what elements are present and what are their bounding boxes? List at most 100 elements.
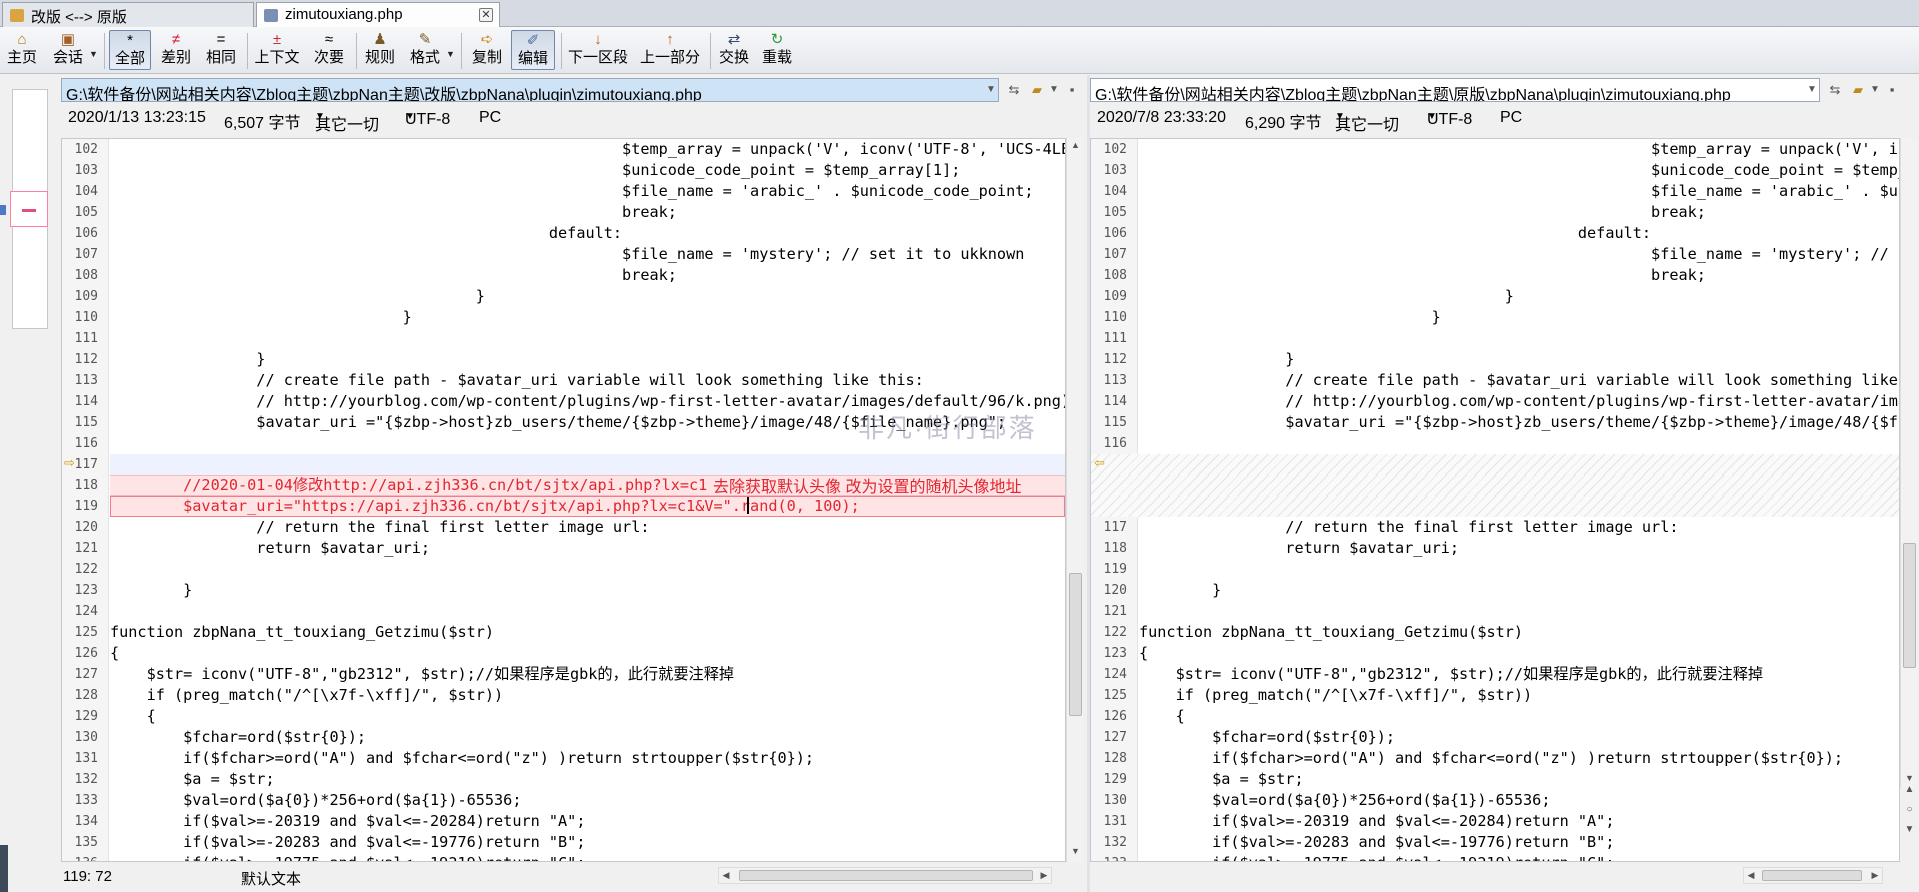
home-button[interactable]: ⌂ 主页: [4, 30, 40, 70]
code-line[interactable]: 124: [62, 601, 1065, 622]
code-line[interactable]: 112 }: [62, 349, 1065, 370]
nav-down-icon[interactable]: ▼: [1900, 824, 1919, 844]
right-vertical-scrollbar[interactable]: ▼: [1900, 138, 1917, 788]
code-line[interactable]: 119 $avatar_uri="https://api.zjh336.cn/b…: [62, 496, 1065, 517]
chevron-down-icon[interactable]: ▼: [1046, 81, 1062, 99]
code-line[interactable]: 128 if (preg_match("/^[\x7f-\xff]/", $st…: [62, 685, 1065, 706]
code-line[interactable]: 125 function zbpNana_tt_touxiang_Getzimu(…: [62, 622, 1065, 643]
code-line[interactable]: 102 $temp_array = unpack('V', iconv('UTF…: [62, 139, 1065, 160]
left-path-input[interactable]: G:\软件备份\网站相关内容\Zblog主题\zbpNan主题\改版\zbpNa…: [61, 78, 999, 102]
code-line[interactable]: 120 }: [1091, 580, 1899, 601]
code-line[interactable]: 107 $file_name = 'mystery'; // set it to: [1091, 244, 1899, 265]
chevron-down-icon[interactable]: ▼: [1804, 81, 1820, 99]
code-line[interactable]: 122 function zbpNana_tt_touxiang_Getzimu(…: [1091, 622, 1899, 643]
rules-button[interactable]: ♟ 规则: [361, 30, 399, 70]
open-folder-icon[interactable]: ▰: [1850, 81, 1866, 99]
code-line[interactable]: 107 $file_name = 'mystery'; // set it to…: [62, 244, 1065, 265]
code-line[interactable]: 124 $str= iconv("UTF-8","gb2312", $str);…: [1091, 664, 1899, 685]
nav-dot-icon[interactable]: ○: [1900, 804, 1919, 824]
code-line[interactable]: 131 if($val>=-20319 and $val<=-20284)ret…: [1091, 811, 1899, 832]
left-vertical-scrollbar[interactable]: ▲ ▼: [1066, 138, 1083, 862]
tab-file[interactable]: zimutouxiang.php ✕: [256, 2, 500, 28]
code-line[interactable]: 133 $val=ord($a{0})*256+ord($a{1})-65536…: [62, 790, 1065, 811]
format-dropdown-icon[interactable]: ▼: [446, 49, 455, 59]
swap-button[interactable]: ⇄ 交换: [716, 30, 752, 70]
scroll-thumb[interactable]: [1069, 573, 1082, 716]
code-line[interactable]: 125 if (preg_match("/^[\x7f-\xff]/", $st…: [1091, 685, 1899, 706]
diff-overview[interactable]: [0, 75, 60, 892]
code-line[interactable]: 126 {: [1091, 706, 1899, 727]
code-line[interactable]: 111: [62, 328, 1065, 349]
missing-line-placeholder[interactable]: [1091, 454, 1899, 475]
code-line[interactable]: 105 break;: [62, 202, 1065, 223]
scroll-left-icon[interactable]: ◀: [1744, 868, 1758, 883]
code-line[interactable]: 104 $file_name = 'arabic_' . $unicode_co…: [62, 181, 1065, 202]
code-line[interactable]: 121: [1091, 601, 1899, 622]
code-line[interactable]: 136 if($val>=-19775 and $val<=-19219)ret…: [62, 853, 1065, 861]
code-line[interactable]: 135 if($val>=-20283 and $val<=-19776)ret…: [62, 832, 1065, 853]
context-button[interactable]: ± 上下文: [252, 30, 302, 70]
overview-diff-marker[interactable]: [10, 191, 48, 227]
show-same-button[interactable]: = 相同: [203, 30, 239, 70]
reload-button[interactable]: ↻ 重载: [759, 30, 795, 70]
copy-button[interactable]: ➪ 复制: [467, 30, 507, 70]
code-line[interactable]: 104 $file_name = 'arabic_' . $unicode_co: [1091, 181, 1899, 202]
show-diffs-button[interactable]: ≠ 差别: [158, 30, 194, 70]
session-button[interactable]: ▣ 会话: [50, 30, 86, 70]
code-line[interactable]: 116: [1091, 433, 1899, 454]
chevron-down-icon[interactable]: ▼: [1867, 81, 1883, 99]
code-line[interactable]: 117 // return the final first letter ima…: [1091, 517, 1899, 538]
code-line[interactable]: 106 default:: [62, 223, 1065, 244]
code-line[interactable]: 133 if($val>=-19775 and $val<=-19219)ret…: [1091, 853, 1899, 861]
save-icon[interactable]: ▪: [1884, 81, 1900, 99]
code-line[interactable]: 129 {: [62, 706, 1065, 727]
close-icon[interactable]: ✕: [479, 8, 493, 22]
scroll-right-icon[interactable]: ▶: [1868, 868, 1882, 883]
left-code-editor[interactable]: 102 $temp_array = unpack('V', iconv('UTF…: [61, 138, 1066, 862]
scroll-down-icon[interactable]: ▼: [1067, 846, 1084, 856]
right-path-input[interactable]: G:\软件备份\网站相关内容\Zblog主题\zbpNan主题\原版\zbpNa…: [1090, 78, 1820, 102]
code-line[interactable]: 121 return $avatar_uri;: [62, 538, 1065, 559]
code-line[interactable]: 109 }: [62, 286, 1065, 307]
code-line[interactable]: 123 }: [62, 580, 1065, 601]
format-button[interactable]: ✎ 格式: [407, 30, 443, 70]
code-line[interactable]: 122: [62, 559, 1065, 580]
tab-session[interactable]: 改版 <--> 原版: [2, 2, 254, 27]
history-icon[interactable]: ⇆: [1827, 81, 1843, 99]
show-all-button[interactable]: * 全部: [109, 30, 151, 70]
code-line[interactable]: 119: [1091, 559, 1899, 580]
code-line[interactable]: 115 $avatar_uri ="{$zbp->host}zb_users/t…: [1091, 412, 1899, 433]
scroll-up-icon[interactable]: ▲: [1067, 140, 1084, 150]
open-folder-icon[interactable]: ▰: [1029, 81, 1045, 99]
nav-up-icon[interactable]: ▲: [1900, 784, 1919, 804]
code-line[interactable]: 129 $a = $str;: [1091, 769, 1899, 790]
code-line[interactable]: 108 break;: [62, 265, 1065, 286]
scroll-down-icon[interactable]: ▼: [1901, 773, 1918, 783]
code-line[interactable]: 109 }: [1091, 286, 1899, 307]
code-line[interactable]: 114 // http://yourblog.com/wp-content/pl…: [1091, 391, 1899, 412]
missing-line-placeholder[interactable]: [1091, 475, 1899, 496]
code-line[interactable]: 130 $fchar=ord($str{0});: [62, 727, 1065, 748]
code-line[interactable]: 110 }: [62, 307, 1065, 328]
scroll-thumb[interactable]: [1903, 543, 1916, 668]
code-line[interactable]: 132 if($val>=-20283 and $val<=-19776)ret…: [1091, 832, 1899, 853]
scroll-right-icon[interactable]: ▶: [1037, 868, 1051, 883]
prev-part-button[interactable]: ↑ 上一部分: [638, 30, 702, 70]
code-line[interactable]: 112 }: [1091, 349, 1899, 370]
code-line[interactable]: 113 // create file path - $avatar_uri va…: [62, 370, 1065, 391]
code-line[interactable]: 134 if($val>=-20319 and $val<=-20284)ret…: [62, 811, 1065, 832]
code-line[interactable]: 117: [62, 454, 1065, 475]
session-dropdown-icon[interactable]: ▼: [89, 49, 98, 59]
minor-button[interactable]: ≈ 次要: [311, 30, 347, 70]
missing-line-placeholder[interactable]: [1091, 496, 1899, 517]
chevron-down-icon[interactable]: ▼: [983, 81, 999, 99]
left-horizontal-scrollbar[interactable]: ◀ ▶: [718, 867, 1052, 884]
history-icon[interactable]: ⇆: [1006, 81, 1022, 99]
save-icon[interactable]: ▪: [1064, 81, 1080, 99]
code-line[interactable]: 106 default:: [1091, 223, 1899, 244]
code-line[interactable]: 126 {: [62, 643, 1065, 664]
right-horizontal-scrollbar[interactable]: ◀ ▶: [1743, 867, 1883, 884]
code-line[interactable]: 108 break;: [1091, 265, 1899, 286]
code-line[interactable]: 128 if($fchar>=ord("A") and $fchar<=ord(…: [1091, 748, 1899, 769]
right-code-editor[interactable]: 102 $temp_array = unpack('V', iconv('UTF…: [1090, 138, 1900, 862]
